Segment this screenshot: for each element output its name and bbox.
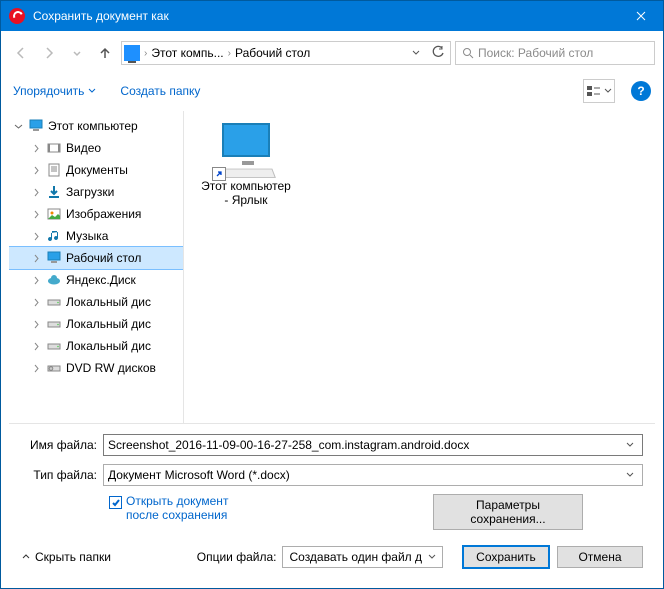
file-options-select[interactable]: Создавать один файл д (282, 546, 443, 568)
nav-forward-button[interactable] (37, 41, 61, 65)
file-options-label: Опции файла: (197, 550, 277, 564)
organize-menu[interactable]: Упорядочить (13, 84, 96, 98)
search-placeholder: Поиск: Рабочий стол (478, 46, 593, 60)
view-mode-button[interactable] (583, 79, 615, 103)
cancel-button[interactable]: Отмена (557, 546, 643, 568)
dvd-icon (46, 360, 62, 376)
filename-label: Имя файла: (21, 438, 103, 452)
window-title: Сохранить документ как (33, 9, 618, 23)
pc-icon (124, 45, 140, 61)
expand-icon[interactable] (31, 275, 42, 286)
expand-icon[interactable] (31, 187, 42, 198)
toolbar: Упорядочить Создать папку ? (9, 75, 655, 107)
tree-node-download[interactable]: Загрузки (9, 181, 183, 203)
expand-icon[interactable] (31, 231, 42, 242)
nav-recent-dropdown[interactable] (65, 41, 89, 65)
save-button[interactable]: Сохранить (463, 546, 549, 568)
breadcrumb[interactable]: Этот компь... (151, 46, 223, 60)
tree-node-desktop[interactable]: Рабочий стол (9, 247, 183, 269)
address-dropdown[interactable] (408, 46, 424, 60)
address-bar[interactable]: › Этот компь... › Рабочий стол (121, 41, 451, 65)
computer-icon (214, 123, 278, 171)
cloud-icon (46, 272, 62, 288)
tree-node-music[interactable]: Музыка (9, 225, 183, 247)
expand-icon[interactable] (31, 165, 42, 176)
tree-node-dvd[interactable]: DVD RW дисков (9, 357, 183, 379)
close-button[interactable] (618, 1, 663, 31)
breadcrumb[interactable]: Рабочий стол (235, 46, 310, 60)
filetype-label: Тип файла: (21, 468, 103, 482)
doc-icon (46, 162, 62, 178)
chevron-down-icon (88, 87, 96, 95)
expand-icon[interactable] (31, 363, 42, 374)
drive-icon (46, 316, 62, 332)
filename-input[interactable]: Screenshot_2016-11-09-00-16-27-258_com.i… (103, 434, 643, 456)
image-icon (46, 206, 62, 222)
nav-row: › Этот компь... › Рабочий стол Поиск: Ра… (9, 39, 655, 67)
download-icon (46, 184, 62, 200)
save-params-button[interactable]: Параметрысохранения... (433, 494, 583, 530)
chevron-icon: › (228, 48, 231, 59)
tree-node-this-pc[interactable]: Этот компьютер (9, 115, 183, 137)
expand-icon[interactable] (31, 253, 42, 264)
search-input[interactable]: Поиск: Рабочий стол (455, 41, 655, 65)
search-icon (462, 47, 474, 59)
nav-back-button[interactable] (9, 41, 33, 65)
file-pane[interactable]: Этот компьютер- Ярлык (184, 111, 655, 423)
file-label: Этот компьютер- Ярлык (196, 179, 296, 208)
file-item-shortcut[interactable]: Этот компьютер- Ярлык (196, 123, 296, 208)
tree-node-image[interactable]: Изображения (9, 203, 183, 225)
filetype-select[interactable]: Документ Microsoft Word (*.docx) (103, 464, 643, 486)
new-folder-button[interactable]: Создать папку (120, 84, 200, 98)
pc-icon (28, 118, 44, 134)
checkbox-checked-icon (109, 496, 122, 509)
tree-node-drive[interactable]: Локальный дис (9, 313, 183, 335)
tree-node-drive[interactable]: Локальный дис (9, 291, 183, 313)
folder-tree[interactable]: Этот компьютер ВидеоДокументыЗагрузкиИзо… (9, 111, 184, 423)
chevron-down-icon[interactable] (622, 468, 638, 482)
tree-node-video[interactable]: Видео (9, 137, 183, 159)
tree-node-doc[interactable]: Документы (9, 159, 183, 181)
app-icon (9, 8, 25, 24)
bottom-panel: Имя файла: Screenshot_2016-11-09-00-16-2… (9, 423, 655, 580)
help-button[interactable]: ? (631, 81, 651, 101)
expand-icon[interactable] (31, 209, 42, 220)
hide-folders-toggle[interactable]: Скрыть папки (21, 550, 111, 564)
expand-icon[interactable] (31, 297, 42, 308)
expand-icon[interactable] (31, 319, 42, 330)
desktop-icon (46, 250, 62, 266)
shortcut-badge-icon (212, 167, 226, 181)
expand-icon[interactable] (31, 143, 42, 154)
chevron-down-icon (428, 553, 436, 561)
collapse-icon[interactable] (13, 121, 24, 132)
video-icon (46, 140, 62, 156)
tree-node-drive[interactable]: Локальный дис (9, 335, 183, 357)
open-after-save-checkbox[interactable]: Открыть документпосле сохранения (109, 494, 228, 522)
drive-icon (46, 294, 62, 310)
nav-up-button[interactable] (93, 41, 117, 65)
refresh-button[interactable] (428, 45, 448, 62)
titlebar: Сохранить документ как (1, 1, 663, 31)
chevron-down-icon[interactable] (622, 438, 638, 452)
music-icon (46, 228, 62, 244)
chevron-up-icon (21, 552, 31, 562)
expand-icon[interactable] (31, 341, 42, 352)
drive-icon (46, 338, 62, 354)
chevron-icon: › (144, 48, 147, 59)
tree-node-cloud[interactable]: Яндекс.Диск (9, 269, 183, 291)
